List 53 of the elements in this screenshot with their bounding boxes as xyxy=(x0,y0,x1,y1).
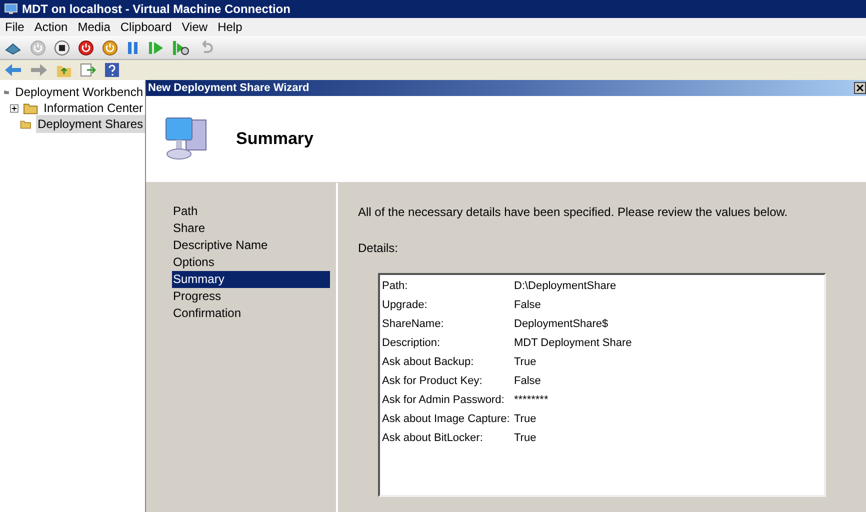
expand-icon[interactable] xyxy=(10,104,18,112)
wizard-step[interactable]: Summary xyxy=(172,271,330,288)
intro-text: All of the necessary details have been specified. Please review the values below. xyxy=(358,204,789,221)
detail-name: Ask about Image Capture: xyxy=(382,412,511,428)
detail-value: False xyxy=(514,374,541,390)
wizard-step[interactable]: Descriptive Name xyxy=(172,237,330,254)
detail-value: ******** xyxy=(514,393,548,408)
wizard-step[interactable]: Share xyxy=(172,220,330,237)
detail-value: True xyxy=(514,412,536,428)
detail-name: Ask for Product Key: xyxy=(382,374,484,390)
menu-item[interactable]: View xyxy=(176,18,213,36)
power-icon[interactable] xyxy=(102,40,118,56)
detail-value: True xyxy=(514,431,536,446)
detail-name: Ask for Admin Password: xyxy=(382,393,506,408)
export-list-icon[interactable] xyxy=(80,62,96,78)
menu-item[interactable]: File xyxy=(0,18,30,36)
page-heading: Summary xyxy=(236,128,314,150)
details-label: Details: xyxy=(358,240,400,257)
detail-name: Ask about BitLocker: xyxy=(382,431,484,446)
close-icon xyxy=(856,84,864,92)
detail-value: False xyxy=(514,298,541,314)
wizard-title: New Deployment Share Wizard xyxy=(148,80,310,96)
detail-name: Upgrade: xyxy=(382,298,428,314)
tree-item[interactable]: Deployment Shares xyxy=(36,115,145,133)
wizard-step[interactable]: Path xyxy=(172,203,330,220)
detail-value: True xyxy=(514,355,536,370)
detail-name: Description: xyxy=(382,336,442,352)
play-icon[interactable] xyxy=(148,40,164,56)
detail-name: Ask about Backup: xyxy=(382,355,475,370)
tree-item[interactable]: Deployment Workbench xyxy=(13,83,145,101)
stop-icon[interactable] xyxy=(54,40,70,56)
window-title: MDT on localhost - Virtual Machine Connection xyxy=(22,1,290,18)
detail-name: ShareName: xyxy=(382,317,445,332)
detail-name: Path: xyxy=(382,279,409,294)
detail-value: D:\DeploymentShare xyxy=(514,279,616,294)
close-button[interactable] xyxy=(854,82,866,94)
snapshot-icon[interactable] xyxy=(172,40,190,56)
wizard-step[interactable]: Options xyxy=(172,254,330,271)
wizard-step[interactable]: Progress xyxy=(172,288,330,305)
folder-icon xyxy=(22,101,38,115)
pause-icon[interactable] xyxy=(126,40,140,56)
menu-item[interactable]: Clipboard xyxy=(115,18,177,36)
back-arrow-icon[interactable] xyxy=(4,63,22,77)
power-icon[interactable] xyxy=(78,40,94,56)
monitor-icon xyxy=(4,3,18,15)
detail-value: DeploymentShare$ xyxy=(514,317,608,332)
help-icon[interactable] xyxy=(104,62,120,78)
wizard-step[interactable]: Confirmation xyxy=(172,305,330,322)
tree-item[interactable]: Information Center xyxy=(42,99,145,117)
detail-value: MDT Deployment Share xyxy=(514,336,632,352)
menu-item[interactable]: Action xyxy=(29,18,73,36)
menu-item[interactable]: Help xyxy=(212,18,248,36)
menu-item[interactable]: Media xyxy=(72,18,116,36)
